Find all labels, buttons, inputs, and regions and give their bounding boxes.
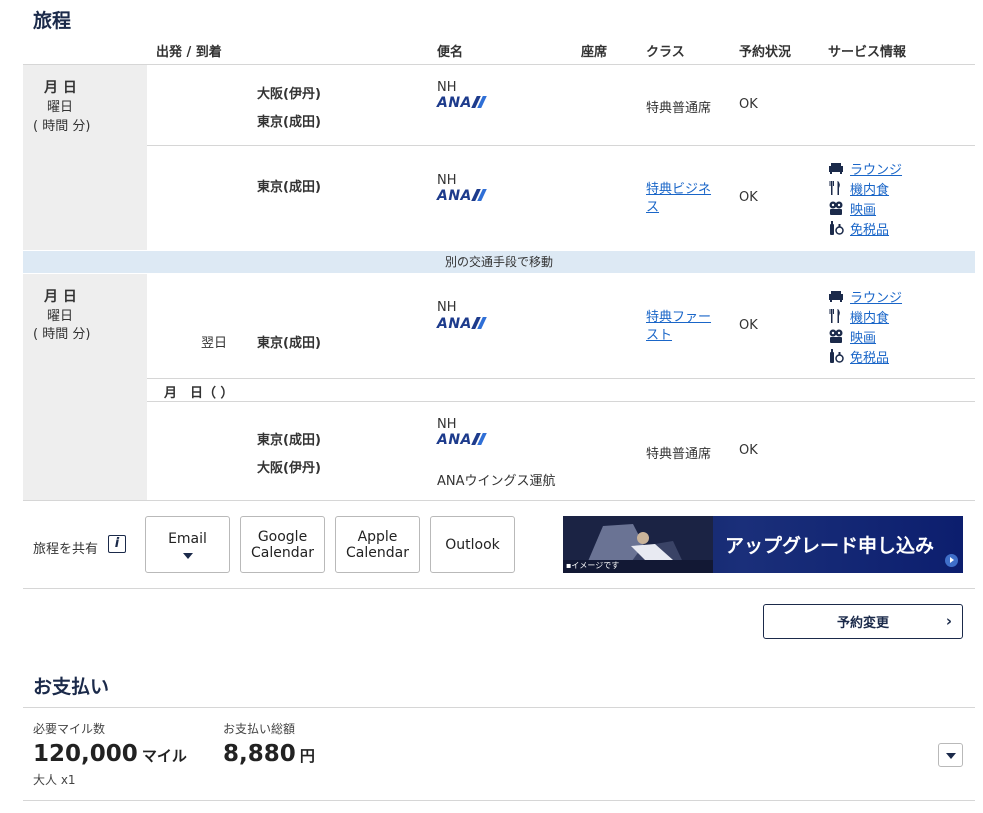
seg3-airline: NH xyxy=(437,300,457,315)
itinerary-title: 旅程 xyxy=(33,10,72,32)
miles-value-row: 120,000 マイル xyxy=(33,741,187,767)
miles-label: 必要マイル数 xyxy=(33,722,106,736)
sofa-icon xyxy=(829,291,843,302)
chevron-right-icon: › xyxy=(945,612,952,630)
seg4-operated-by: ANAウイングス運航 xyxy=(437,474,556,489)
bottle-perfume-icon xyxy=(830,221,844,235)
seg3-to: 東京(成田) xyxy=(257,336,321,351)
email-button[interactable]: Email xyxy=(145,516,230,573)
day2-duration: ( 時間 分) xyxy=(33,327,91,342)
day1-date: 月 日 xyxy=(44,80,77,96)
seg3-status: OK xyxy=(739,318,758,333)
ana-logo-icon: ANA xyxy=(437,316,487,332)
film-camera-icon xyxy=(829,201,843,215)
expand-toggle[interactable] xyxy=(938,743,963,767)
service-lounge[interactable]: ラウンジ xyxy=(828,286,902,306)
total-value-row: 8,880 円 xyxy=(223,741,315,767)
apple-calendar-button[interactable]: Apple Calendar xyxy=(335,516,420,573)
upgrade-banner[interactable]: ▪イメージです アップグレード申し込み xyxy=(563,516,963,573)
service-dutyfree[interactable]: 免税品 xyxy=(828,218,902,238)
total-unit: 円 xyxy=(299,747,315,765)
ana-logo-icon: ANA xyxy=(437,95,487,111)
header-seat: 座席 xyxy=(581,45,608,60)
day2-date: 月 日 xyxy=(44,289,77,305)
service-meal[interactable]: 機内食 xyxy=(828,178,902,198)
seg1-airline: NH xyxy=(437,80,457,95)
seg4-from: 東京(成田) xyxy=(257,433,321,448)
ana-logo-icon: ANA xyxy=(437,432,487,448)
seg2-status: OK xyxy=(739,190,758,205)
header-flight: 便名 xyxy=(437,45,464,60)
miles-value: 120,000 xyxy=(33,741,138,767)
share-label: 旅程を共有 xyxy=(33,542,99,557)
seg3-services: ラウンジ 機内食 映画 免税品 xyxy=(828,286,902,366)
outlook-button[interactable]: Outlook xyxy=(430,516,515,573)
cutlery-icon xyxy=(829,181,840,195)
total-value: 8,880 xyxy=(223,741,296,767)
banner-note: ▪イメージです xyxy=(566,561,620,570)
passenger-count: 大人 x1 xyxy=(33,773,76,787)
service-movie[interactable]: 映画 xyxy=(828,198,902,218)
header-service: サービス情報 xyxy=(828,45,907,60)
film-camera-icon xyxy=(829,329,843,343)
arrow-right-icon xyxy=(945,554,958,567)
sub-date: 月 日（ ） xyxy=(164,386,234,401)
seg1-from: 大阪(伊丹) xyxy=(257,87,321,102)
caret-down-icon xyxy=(182,552,193,559)
service-dutyfree[interactable]: 免税品 xyxy=(828,346,902,366)
header-class: クラス xyxy=(646,45,685,60)
seg4-status: OK xyxy=(739,443,758,458)
seg2-class-link[interactable]: 特典ビジネ ス xyxy=(646,181,711,217)
day1-duration: ( 時間 分) xyxy=(33,119,91,134)
header-depart-arrive: 出発 / 到着 xyxy=(156,45,222,60)
payment-title: お支払い xyxy=(33,676,110,698)
day2-weekday: 曜日 xyxy=(47,309,74,324)
seg3-next-day: 翌日 xyxy=(201,336,228,351)
seg2-services: ラウンジ 機内食 映画 免税品 xyxy=(828,158,902,238)
seg1-to: 東京(成田) xyxy=(257,115,321,130)
caret-down-icon xyxy=(946,753,956,759)
day2-cell xyxy=(23,274,147,500)
seg1-status: OK xyxy=(739,97,758,112)
ana-logo-icon: ANA xyxy=(437,188,487,204)
seg1-class: 特典普通席 xyxy=(646,101,712,116)
miles-unit: マイル xyxy=(141,747,187,765)
service-movie[interactable]: 映画 xyxy=(828,326,902,346)
service-lounge[interactable]: ラウンジ xyxy=(828,158,902,178)
day1-cell xyxy=(23,65,147,250)
seg2-airline: NH xyxy=(437,173,457,188)
seg2-to: 東京(成田) xyxy=(257,180,321,195)
seg3-class-link[interactable]: 特典ファー スト xyxy=(646,309,711,345)
service-meal[interactable]: 機内食 xyxy=(828,306,902,326)
info-icon[interactable]: i xyxy=(108,535,126,553)
header-status: 予約状況 xyxy=(739,45,792,60)
change-reservation-button[interactable]: 予約変更 › xyxy=(763,604,963,639)
seg4-airline: NH xyxy=(437,417,457,432)
total-label: お支払い総額 xyxy=(223,722,296,736)
seg4-to: 大阪(伊丹) xyxy=(257,461,321,476)
seg4-class: 特典普通席 xyxy=(646,447,712,462)
day1-weekday: 曜日 xyxy=(47,100,74,115)
transfer-band: 別の交通手段で移動 xyxy=(23,251,975,273)
sofa-icon xyxy=(829,163,843,174)
bottle-perfume-icon xyxy=(830,349,844,363)
cutlery-icon xyxy=(829,309,840,323)
google-calendar-button[interactable]: Google Calendar xyxy=(240,516,325,573)
banner-text: アップグレード申し込み xyxy=(725,535,935,557)
